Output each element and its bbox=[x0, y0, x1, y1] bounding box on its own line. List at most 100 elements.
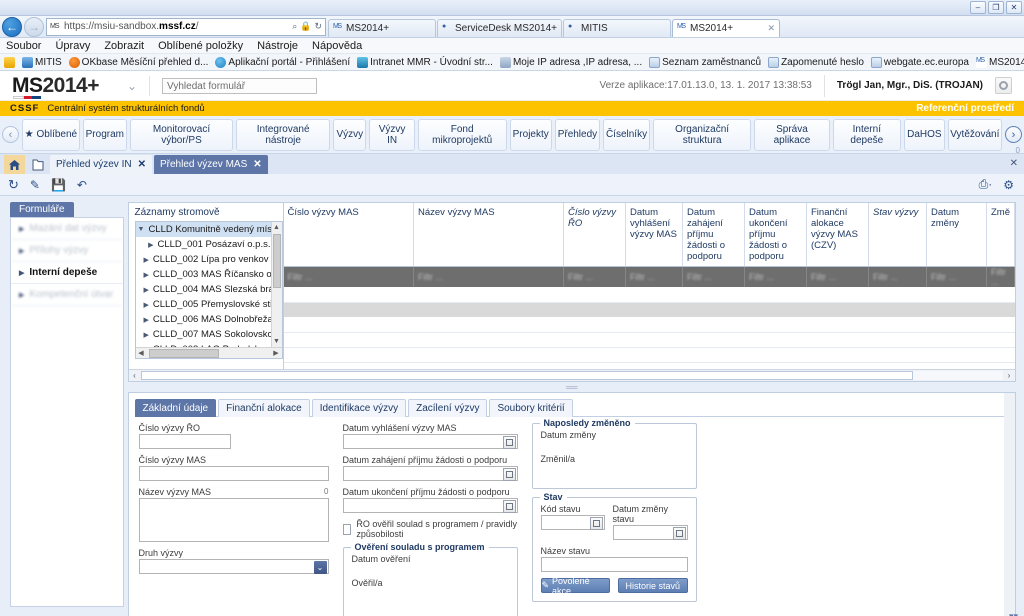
sidebar-item-kompetencni-utvar[interactable]: ▶ Kompetenční útvar bbox=[11, 284, 123, 306]
table-cell[interactable] bbox=[283, 332, 1015, 348]
undo-icon[interactable]: ↶ bbox=[77, 178, 87, 192]
checkbox-icon[interactable] bbox=[342, 523, 352, 535]
filter-cell[interactable]: Filtr ... bbox=[625, 266, 683, 287]
tree-node[interactable]: ▶CLLD_006 MAS Dolnobřežansk bbox=[136, 312, 271, 327]
table-cell[interactable] bbox=[283, 347, 1015, 363]
refresh-icon[interactable]: ↻ bbox=[314, 21, 322, 32]
menu-soubor[interactable]: Soubor bbox=[6, 40, 41, 52]
refresh-icon[interactable]: ↻ bbox=[8, 177, 19, 193]
back-button[interactable]: ← bbox=[2, 16, 22, 37]
browser-tab-1[interactable]: ● ServiceDesk MS2014+ bbox=[437, 18, 562, 37]
nav-tab-projekty[interactable]: Projekty bbox=[509, 118, 552, 151]
tree-vertical-scrollbar[interactable]: ▲ ▼ bbox=[270, 222, 282, 347]
povolene-akce-button[interactable]: ✎ Povolené akce bbox=[540, 576, 610, 596]
chevron-down-icon[interactable]: ⌄ bbox=[313, 561, 327, 574]
content-scroll-down-icon[interactable]: ▾▾ bbox=[1009, 611, 1018, 616]
nav-tab-organizacni-struktura[interactable]: Organizační struktura bbox=[652, 118, 752, 151]
table-cell[interactable] bbox=[283, 317, 1015, 333]
close-icon[interactable]: ✕ bbox=[138, 159, 146, 170]
scroll-right-icon[interactable]: › bbox=[1003, 371, 1015, 380]
favorite-item-intranet-mmr[interactable]: Intranet MMR - Úvodní str... bbox=[357, 56, 493, 68]
grid-horizontal-scrollbar[interactable]: ‹ › bbox=[128, 369, 1015, 381]
nav-tab-fond-mikroprojektu[interactable]: Fond mikroprojektů bbox=[417, 118, 507, 151]
calendar-icon[interactable] bbox=[502, 468, 516, 481]
minimize-button[interactable]: – bbox=[970, 1, 986, 14]
calendar-icon[interactable] bbox=[502, 500, 516, 513]
chevron-right-icon[interactable]: ▶ bbox=[148, 241, 153, 249]
table-row[interactable] bbox=[283, 332, 1015, 348]
menu-oblibene-polozky[interactable]: Oblíbené položky bbox=[158, 40, 243, 52]
nav-tab-ciselniky[interactable]: Číselníky bbox=[603, 118, 650, 151]
home-icon[interactable] bbox=[4, 155, 25, 174]
search-icon[interactable]: ⌕ bbox=[292, 21, 297, 32]
tree-horizontal-scrollbar[interactable]: ◀ ▶ bbox=[135, 347, 282, 358]
table-row[interactable] bbox=[283, 287, 1015, 303]
menu-nastroje[interactable]: Nástroje bbox=[257, 40, 298, 52]
column-header-datum-vyhlaseni[interactable]: Datum vyhlášení výzvy MAS bbox=[625, 203, 683, 267]
tab-identifikace-vyzvy[interactable]: Identifikace výzvy bbox=[311, 399, 407, 417]
tree-node[interactable]: ▶CLLD_004 MAS Slezská brána, bbox=[136, 282, 271, 297]
nav-tab-vytezovani[interactable]: Vytěžování bbox=[947, 118, 1003, 151]
nav-scroll-right-icon[interactable]: › bbox=[1005, 126, 1023, 143]
filter-cell[interactable]: Filtr ... bbox=[682, 266, 745, 287]
scroll-left-icon[interactable]: ‹ bbox=[129, 371, 141, 380]
search-input[interactable]: Vyhledat formulář bbox=[162, 77, 318, 94]
favorite-item-webgate[interactable]: webgate.ec.europa bbox=[870, 56, 969, 68]
chevron-right-icon[interactable]: ▶ bbox=[144, 316, 149, 324]
checkbox-ro-overil[interactable]: ŘO ověřil soulad s programem / pravidly … bbox=[342, 519, 518, 539]
column-header-cislo-vyzvy-mas[interactable]: Číslo výzvy MAS bbox=[283, 203, 414, 267]
input-cislo-vyzvy-mas[interactable] bbox=[138, 466, 329, 481]
forward-button[interactable]: → bbox=[24, 16, 44, 37]
panel-close-icon[interactable]: ✕ bbox=[1010, 158, 1018, 169]
nav-tab-sprava-aplikace[interactable]: Správa aplikace bbox=[754, 118, 830, 151]
column-header-cislo-vyzvy-ro[interactable]: Číslo výzvy ŘO bbox=[563, 203, 626, 267]
tree-node[interactable]: ▶CLLD_005 Přemyslovské středn bbox=[136, 297, 271, 312]
browser-tab-0[interactable]: MS MS2014+ bbox=[328, 18, 436, 37]
filter-cell[interactable]: Filtr ... bbox=[868, 266, 927, 287]
filter-cell[interactable]: Filtr ... bbox=[926, 266, 987, 287]
favorite-item-okbase[interactable]: OKbase Měsíční přehled d... bbox=[68, 56, 208, 68]
filter-cell[interactable]: Filtr ... bbox=[563, 266, 626, 287]
input-datum-ukonceni[interactable] bbox=[342, 498, 518, 513]
favorites-star-icon[interactable] bbox=[4, 56, 15, 68]
select-druh-vyzvy[interactable]: ⌄ bbox=[138, 559, 329, 574]
favorite-item-ms2014[interactable]: MSMS2014+ bbox=[975, 56, 1024, 68]
filter-cell[interactable]: Filtr ... bbox=[283, 266, 414, 287]
scroll-track[interactable] bbox=[147, 348, 271, 358]
panel-splitter[interactable]: ══ bbox=[128, 382, 1017, 392]
input-cislo-vyzvy-ro[interactable] bbox=[138, 434, 231, 449]
favorite-item-mitis[interactable]: MITIS bbox=[22, 56, 62, 68]
form-vertical-scrollbar[interactable] bbox=[1004, 393, 1015, 616]
calendar-icon[interactable] bbox=[672, 527, 686, 540]
doc-tab-prehled-vyzev-mas[interactable]: Přehled výzev MAS ✕ bbox=[153, 155, 268, 174]
favorite-item-seznam-zamestnancu[interactable]: Seznam zaměstnanců bbox=[649, 56, 761, 68]
nav-tab-vyzvy[interactable]: Výzvy bbox=[333, 118, 367, 151]
favorite-item-moje-ip[interactable]: Moje IP adresa ,IP adresa, ... bbox=[499, 56, 642, 68]
menu-upravy[interactable]: Úpravy bbox=[55, 40, 90, 52]
sidebar-item-interni-depese[interactable]: ▶ Interní depeše bbox=[11, 262, 123, 284]
chevron-right-icon[interactable]: ▶ bbox=[144, 286, 149, 294]
maximize-button[interactable]: ❐ bbox=[988, 1, 1004, 14]
tree-node[interactable]: ▶ CLLD_001 Posázaví o.p.s. bbox=[136, 237, 270, 252]
settings-icon[interactable]: ⚙ bbox=[1003, 178, 1014, 192]
close-icon[interactable]: ✕ bbox=[253, 159, 261, 170]
address-bar[interactable]: MS https://msiu-sandbox.mssf.cz/ ⌕ 🔒 ↻ bbox=[46, 17, 326, 36]
nav-tab-interni-depese[interactable]: Interní depeše bbox=[832, 118, 902, 151]
menu-zobrazit[interactable]: Zobrazit bbox=[104, 40, 144, 52]
scroll-right-icon[interactable]: ▶ bbox=[271, 349, 282, 357]
nav-scroll-left-icon[interactable]: ‹ bbox=[2, 126, 19, 143]
nav-tab-vyzvy-in[interactable]: Výzvy IN bbox=[369, 118, 415, 151]
scroll-track[interactable] bbox=[140, 371, 1003, 380]
column-header-datum-ukonceni[interactable]: Datum ukončení příjmu žádosti o podporu bbox=[744, 203, 807, 267]
user-menu-button[interactable] bbox=[995, 77, 1012, 94]
column-header-nazev-vyzvy-mas[interactable]: Název výzvy MAS bbox=[413, 203, 564, 267]
scroll-left-icon[interactable]: ◀ bbox=[136, 349, 147, 357]
tree-node[interactable]: ▶CLLD_002 Lípa pro venkov z.s. bbox=[136, 252, 271, 267]
column-header-stav-vyzvy[interactable]: Stav výzvy bbox=[868, 203, 927, 267]
column-header-datum-zmeny[interactable]: Datum změny bbox=[926, 203, 987, 267]
table-cell[interactable] bbox=[283, 362, 1015, 369]
menu-napoveda[interactable]: Nápověda bbox=[312, 40, 362, 52]
nav-tab-integrovane-nastroje[interactable]: Integrované nástroje bbox=[236, 118, 331, 151]
column-header-financni-alokace[interactable]: Finanční alokace výzvy MAS (CZV) bbox=[806, 203, 869, 267]
chevron-right-icon[interactable]: ▶ bbox=[144, 271, 149, 279]
